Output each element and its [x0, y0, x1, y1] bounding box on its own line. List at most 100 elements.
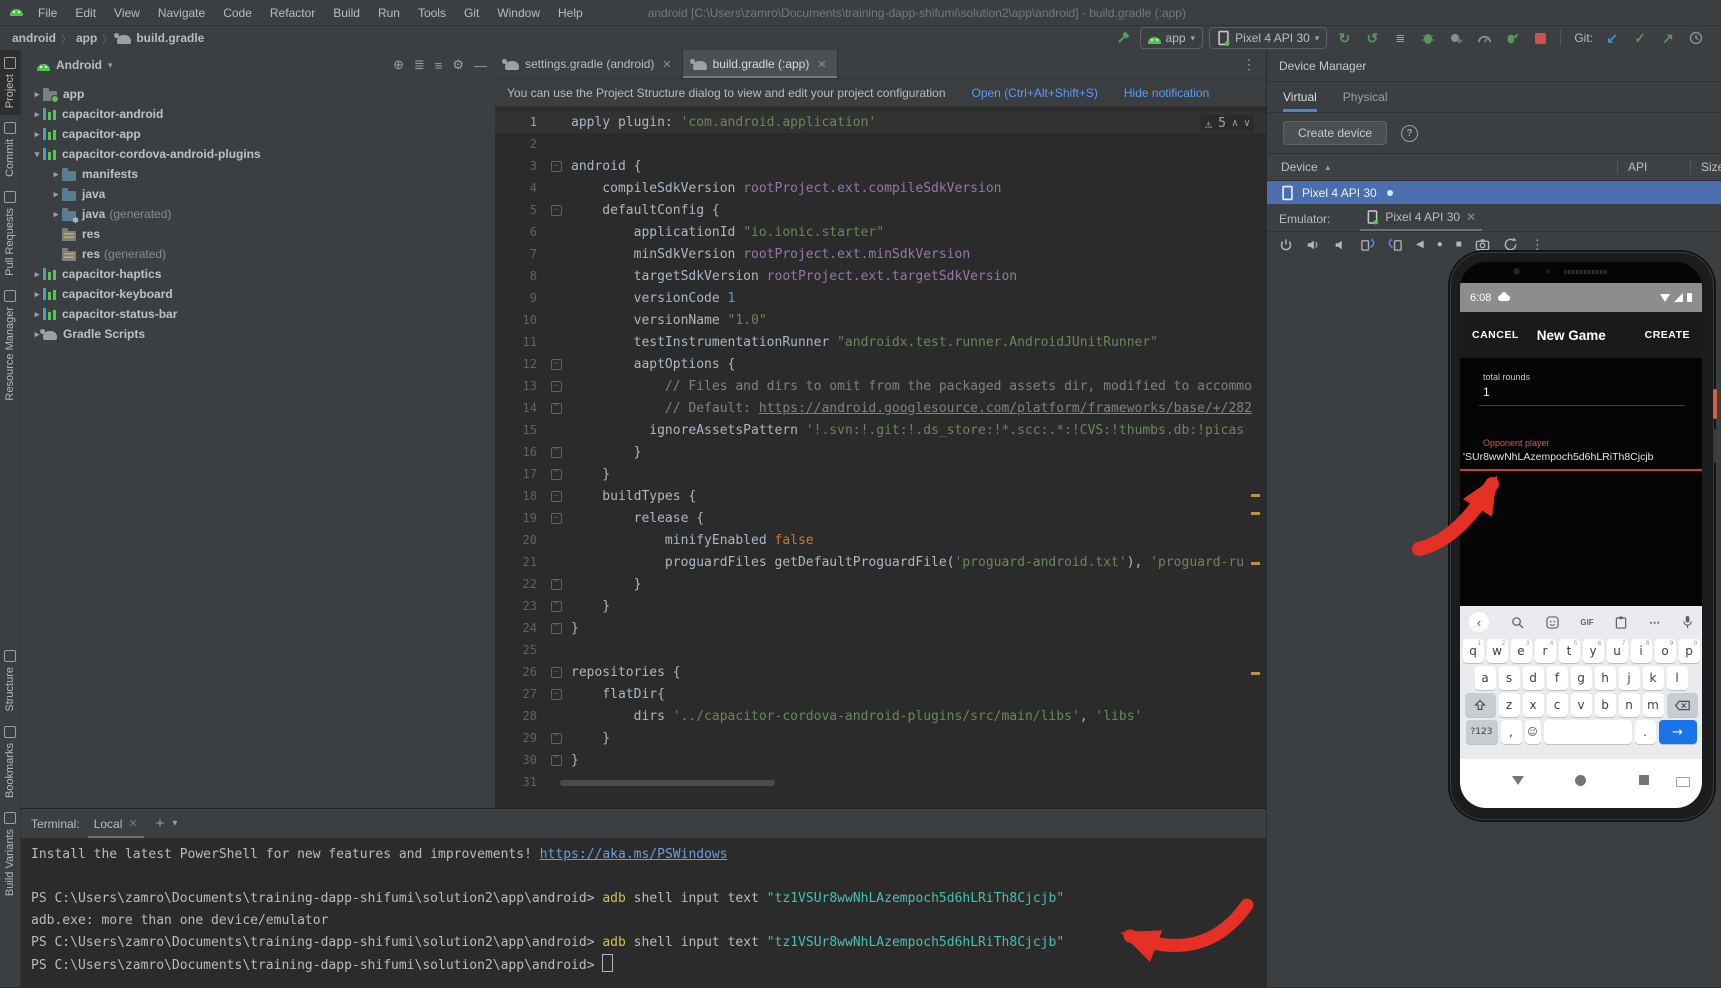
nav-keyboard-switch-icon[interactable] [1676, 777, 1690, 787]
editor-tab-build.gradle (:app)[interactable]: build.gradle (:app)✕ [683, 50, 838, 78]
fold-marker-icon[interactable]: − [547, 359, 565, 370]
cancel-button[interactable]: CANCEL [1472, 329, 1519, 341]
symbols-key[interactable]: ?123 [1466, 720, 1498, 744]
code-line-16[interactable]: 16^ } [495, 441, 1266, 463]
breadcrumb-item-app[interactable]: app [76, 31, 97, 45]
breadcrumb-item-build.gradle[interactable]: build.gradle [136, 31, 204, 45]
snapshots-icon[interactable] [1503, 237, 1518, 252]
scrollbar-warning-mark[interactable] [1251, 562, 1260, 565]
history-clock-icon[interactable] [1685, 28, 1707, 48]
code-line-13[interactable]: 13− // Files and dirs to omit from the p… [495, 375, 1266, 397]
project-tree-item-java[interactable]: ▸java [21, 184, 495, 204]
key-w[interactable]: w2 [1487, 639, 1508, 663]
code-line-3[interactable]: 3−android { [495, 155, 1266, 177]
code-line-23[interactable]: 23^ } [495, 595, 1266, 617]
chevron-down-icon[interactable]: ▾ [108, 60, 113, 71]
sidebar-item-project[interactable]: Project [0, 50, 20, 115]
menu-item-navigate[interactable]: Navigate [149, 6, 214, 20]
project-tree-item-Gradle Scripts[interactable]: ▸Gradle Scripts [21, 324, 495, 344]
git-update-button[interactable]: ↙ [1601, 28, 1623, 48]
key-a[interactable]: a [1475, 666, 1496, 690]
run-with-coverage-button[interactable]: ↺ [1361, 28, 1383, 48]
nav-home-icon[interactable] [1575, 775, 1586, 786]
editor-options-kebab-icon[interactable]: ⋮ [1232, 50, 1266, 78]
fold-marker-icon[interactable]: ^ [547, 601, 565, 612]
key-p[interactable]: p0 [1679, 639, 1700, 663]
create-device-button[interactable]: Create device [1283, 121, 1387, 145]
locate-file-icon[interactable]: ⊕ [393, 57, 404, 73]
opponent-player-input[interactable]: 'SUr8wwNhLAzempoch5d6hLRiTh8Cjcjb [1463, 451, 1654, 463]
code-line-18[interactable]: 18− buildTypes { [495, 485, 1266, 507]
fold-marker-icon[interactable]: − [547, 381, 565, 392]
help-icon[interactable]: ? [1401, 125, 1418, 142]
build-output-icon[interactable]: ≣ [1389, 28, 1411, 48]
code-line-10[interactable]: 10 versionName "1.0" [495, 309, 1266, 331]
total-rounds-input[interactable]: 1 [1483, 385, 1490, 399]
screenshot-camera-icon[interactable] [1475, 237, 1490, 252]
sidebar-item-pull-requests[interactable]: Pull Requests [0, 184, 20, 283]
fold-marker-icon[interactable]: ^ [547, 733, 565, 744]
fold-marker-icon[interactable]: − [547, 667, 565, 678]
attach-debugger-button[interactable] [1445, 28, 1467, 48]
backspace-key[interactable] [1667, 693, 1698, 717]
terminal-link[interactable]: https://aka.ms/PSWindows [540, 847, 728, 862]
code-line-12[interactable]: 12− aaptOptions { [495, 353, 1266, 375]
project-tree-item-java[interactable]: ▸java (generated) [21, 204, 495, 224]
git-commit-button[interactable]: ✓ [1629, 28, 1651, 48]
key-z[interactable]: z [1499, 693, 1520, 717]
project-view-selector[interactable]: Android [56, 58, 102, 72]
key-i[interactable]: i8 [1631, 639, 1652, 663]
code-line-24[interactable]: 24^} [495, 617, 1266, 639]
chevron-icon[interactable]: ▸ [31, 129, 43, 140]
close-icon[interactable]: ✕ [1466, 210, 1476, 224]
chevron-icon[interactable]: ▸ [31, 89, 43, 100]
key-c[interactable]: c [1547, 693, 1568, 717]
key-u[interactable]: u7 [1607, 639, 1628, 663]
key-d[interactable]: d [1523, 666, 1544, 690]
key-l[interactable]: l [1667, 666, 1688, 690]
fold-marker-icon[interactable]: − [547, 491, 565, 502]
project-tree-item-capacitor-haptics[interactable]: ▸capacitor-haptics [21, 264, 495, 284]
chevron-icon[interactable]: ▾ [31, 149, 43, 160]
rotate-left-icon[interactable] [1360, 237, 1375, 252]
fold-marker-icon[interactable]: − [547, 161, 565, 172]
code-line-14[interactable]: 14^ // Default: https://android.googleso… [495, 397, 1266, 419]
size-column-header[interactable]: Size on Disk [1690, 160, 1721, 174]
breadcrumb-item-android[interactable]: android [12, 31, 56, 45]
code-line-27[interactable]: 27− flatDir{ [495, 683, 1266, 705]
code-line-30[interactable]: 30^} [495, 749, 1266, 771]
scrollbar-warning-mark[interactable] [1251, 512, 1260, 515]
search-icon[interactable] [1511, 616, 1524, 629]
code-line-21[interactable]: 21 proguardFiles getDefaultProguardFile(… [495, 551, 1266, 573]
code-line-22[interactable]: 22^ } [495, 573, 1266, 595]
horizontal-scrollbar[interactable] [560, 780, 775, 786]
code-line-9[interactable]: 9 versionCode 1 [495, 287, 1266, 309]
emulator-tab[interactable]: Pixel 4 API 30 ✕ [1360, 208, 1482, 231]
sticker-icon[interactable] [1546, 616, 1559, 629]
fold-marker-icon[interactable]: ^ [547, 623, 565, 634]
nav-back-icon[interactable] [1512, 776, 1524, 785]
apply-changes-button[interactable] [1501, 28, 1523, 48]
overview-icon[interactable]: ■ [1456, 240, 1462, 250]
code-line-1[interactable]: 1apply plugin: 'com.android.application' [495, 111, 1266, 133]
nav-recents-icon[interactable] [1639, 775, 1649, 785]
build-hammer-icon[interactable] [1112, 28, 1134, 48]
code-editor[interactable]: ⚠ 5 ∧ ∨ 1apply plugin: 'com.android.appl… [495, 107, 1266, 793]
code-line-26[interactable]: 26−repositories { [495, 661, 1266, 683]
sidebar-item-bookmarks[interactable]: Bookmarks [0, 719, 20, 805]
key-j[interactable]: j [1619, 666, 1640, 690]
key-v[interactable]: v [1571, 693, 1592, 717]
tab-virtual[interactable]: Virtual [1283, 82, 1317, 112]
code-line-20[interactable]: 20 minifyEnabled false [495, 529, 1266, 551]
api-column-header[interactable]: API [1617, 160, 1690, 174]
key-n[interactable]: n [1619, 693, 1640, 717]
menu-item-view[interactable]: View [105, 6, 149, 20]
comma-key[interactable]: , [1501, 720, 1522, 744]
tab-physical[interactable]: Physical [1343, 82, 1388, 112]
device-table-row-selected[interactable]: Pixel 4 API 30 [1267, 181, 1721, 204]
shift-key[interactable] [1465, 693, 1496, 717]
volume-down-icon[interactable] [1333, 238, 1347, 252]
key-f[interactable]: f [1547, 666, 1568, 690]
chevron-icon[interactable]: ▸ [31, 269, 43, 280]
hide-notification-link[interactable]: Hide notification [1124, 86, 1209, 100]
